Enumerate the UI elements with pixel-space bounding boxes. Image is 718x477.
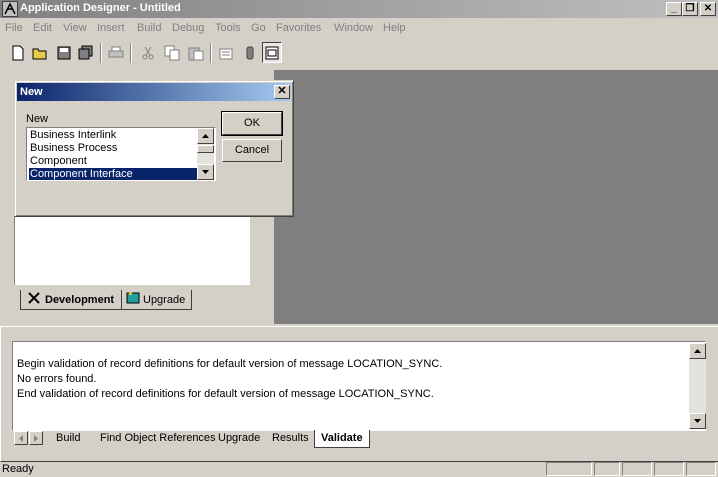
tab-upgrade-label: Upgrade [143,293,186,306]
paste-icon[interactable] [186,42,206,63]
toolbar-separator [100,43,102,63]
development-icon [27,291,41,308]
minimize-button[interactable]: _ [666,2,682,16]
status-text: Ready [2,463,34,475]
new-object-list[interactable]: Business Interlink Business Process Comp… [26,127,216,181]
menu-edit[interactable]: Edit [33,22,52,34]
output-window[interactable]: Begin validation of record definitions f… [12,341,706,431]
tab-upgrade-output[interactable]: Upgrade [212,430,266,447]
menu-go[interactable]: Go [251,22,266,34]
scroll-down-button[interactable] [197,164,214,180]
tab-build[interactable]: Build [50,430,86,447]
toolbar [0,40,718,68]
tab-upgrade[interactable]: Upgrade [122,290,192,310]
scroll-thumb[interactable] [197,145,214,153]
output-scroll-up-button[interactable] [689,343,706,359]
title-bar[interactable]: Application Designer - Untitled _ ❐ ✕ [0,0,718,18]
list-item-component-interface[interactable]: Component Interface [29,168,198,180]
tab-find-object-references[interactable]: Find Object References [94,430,222,447]
menu-build[interactable]: Build [137,22,161,34]
menu-view[interactable]: View [63,22,87,34]
properties-icon[interactable] [216,42,236,63]
tab-results[interactable]: Results [266,430,315,447]
ok-button[interactable]: OK [221,111,283,136]
cancel-button[interactable]: Cancel [222,139,282,162]
menu-tools[interactable]: Tools [215,22,241,34]
list-item-business-process[interactable]: Business Process [29,142,198,155]
tab-development[interactable]: Development [20,290,122,310]
status-bar: Ready [0,461,718,477]
dialog-close-button[interactable]: ✕ [274,85,290,99]
save-icon[interactable] [54,42,74,63]
output-scroll-down-button[interactable] [689,413,706,429]
status-panel [622,462,652,476]
list-scrollbar[interactable] [197,128,214,180]
new-label: New [26,113,49,125]
menu-file[interactable]: File [5,22,23,34]
status-panel [654,462,684,476]
list-item-business-interlink[interactable]: Business Interlink [29,129,198,142]
close-button[interactable]: ✕ [700,2,716,16]
open-icon[interactable] [30,42,50,63]
tab-scroll-right-button[interactable] [29,431,43,445]
toolbar-separator [130,43,132,63]
toolbar-separator [210,43,212,63]
restore-button[interactable]: ❐ [682,2,698,16]
new-dialog: New ✕ New Business Interlink Business Pr… [14,80,294,217]
menu-bar: File Edit View Insert Build Debug Tools … [0,18,718,38]
output-scrollbar[interactable] [689,343,706,429]
window-title: Application Designer - Untitled [20,2,181,14]
status-panel [686,462,716,476]
object-icon[interactable] [240,42,260,63]
output-line: Begin validation of record definitions f… [17,358,443,370]
menu-favorites[interactable]: Favorites [276,22,321,34]
tab-validate[interactable]: Validate [314,430,370,448]
new-icon[interactable] [8,42,28,63]
dialog-title-bar[interactable]: New ✕ [17,83,291,101]
tab-development-label: Development [45,293,115,306]
menu-debug[interactable]: Debug [172,22,204,34]
output-line: No errors found. [17,373,97,385]
output-line: End validation of record definitions for… [17,388,434,400]
save-all-icon[interactable] [76,42,96,63]
upgrade-icon [126,291,140,308]
menu-window[interactable]: Window [334,22,373,34]
list-item-component[interactable]: Component [29,155,198,168]
status-panel [546,462,592,476]
menu-insert[interactable]: Insert [97,22,125,34]
workspace-area [274,70,718,324]
copy-icon[interactable] [162,42,182,63]
tab-scroll-left-button[interactable] [14,431,28,445]
cut-icon[interactable] [138,42,158,63]
menu-help[interactable]: Help [383,22,406,34]
project-window-icon[interactable] [262,42,282,63]
output-tabs: Build Find Object References Upgrade Res… [12,430,706,448]
scroll-up-button[interactable] [197,128,214,144]
status-panel [594,462,620,476]
app-icon [2,1,18,17]
print-icon[interactable] [106,42,126,63]
dialog-title: New [20,86,43,98]
